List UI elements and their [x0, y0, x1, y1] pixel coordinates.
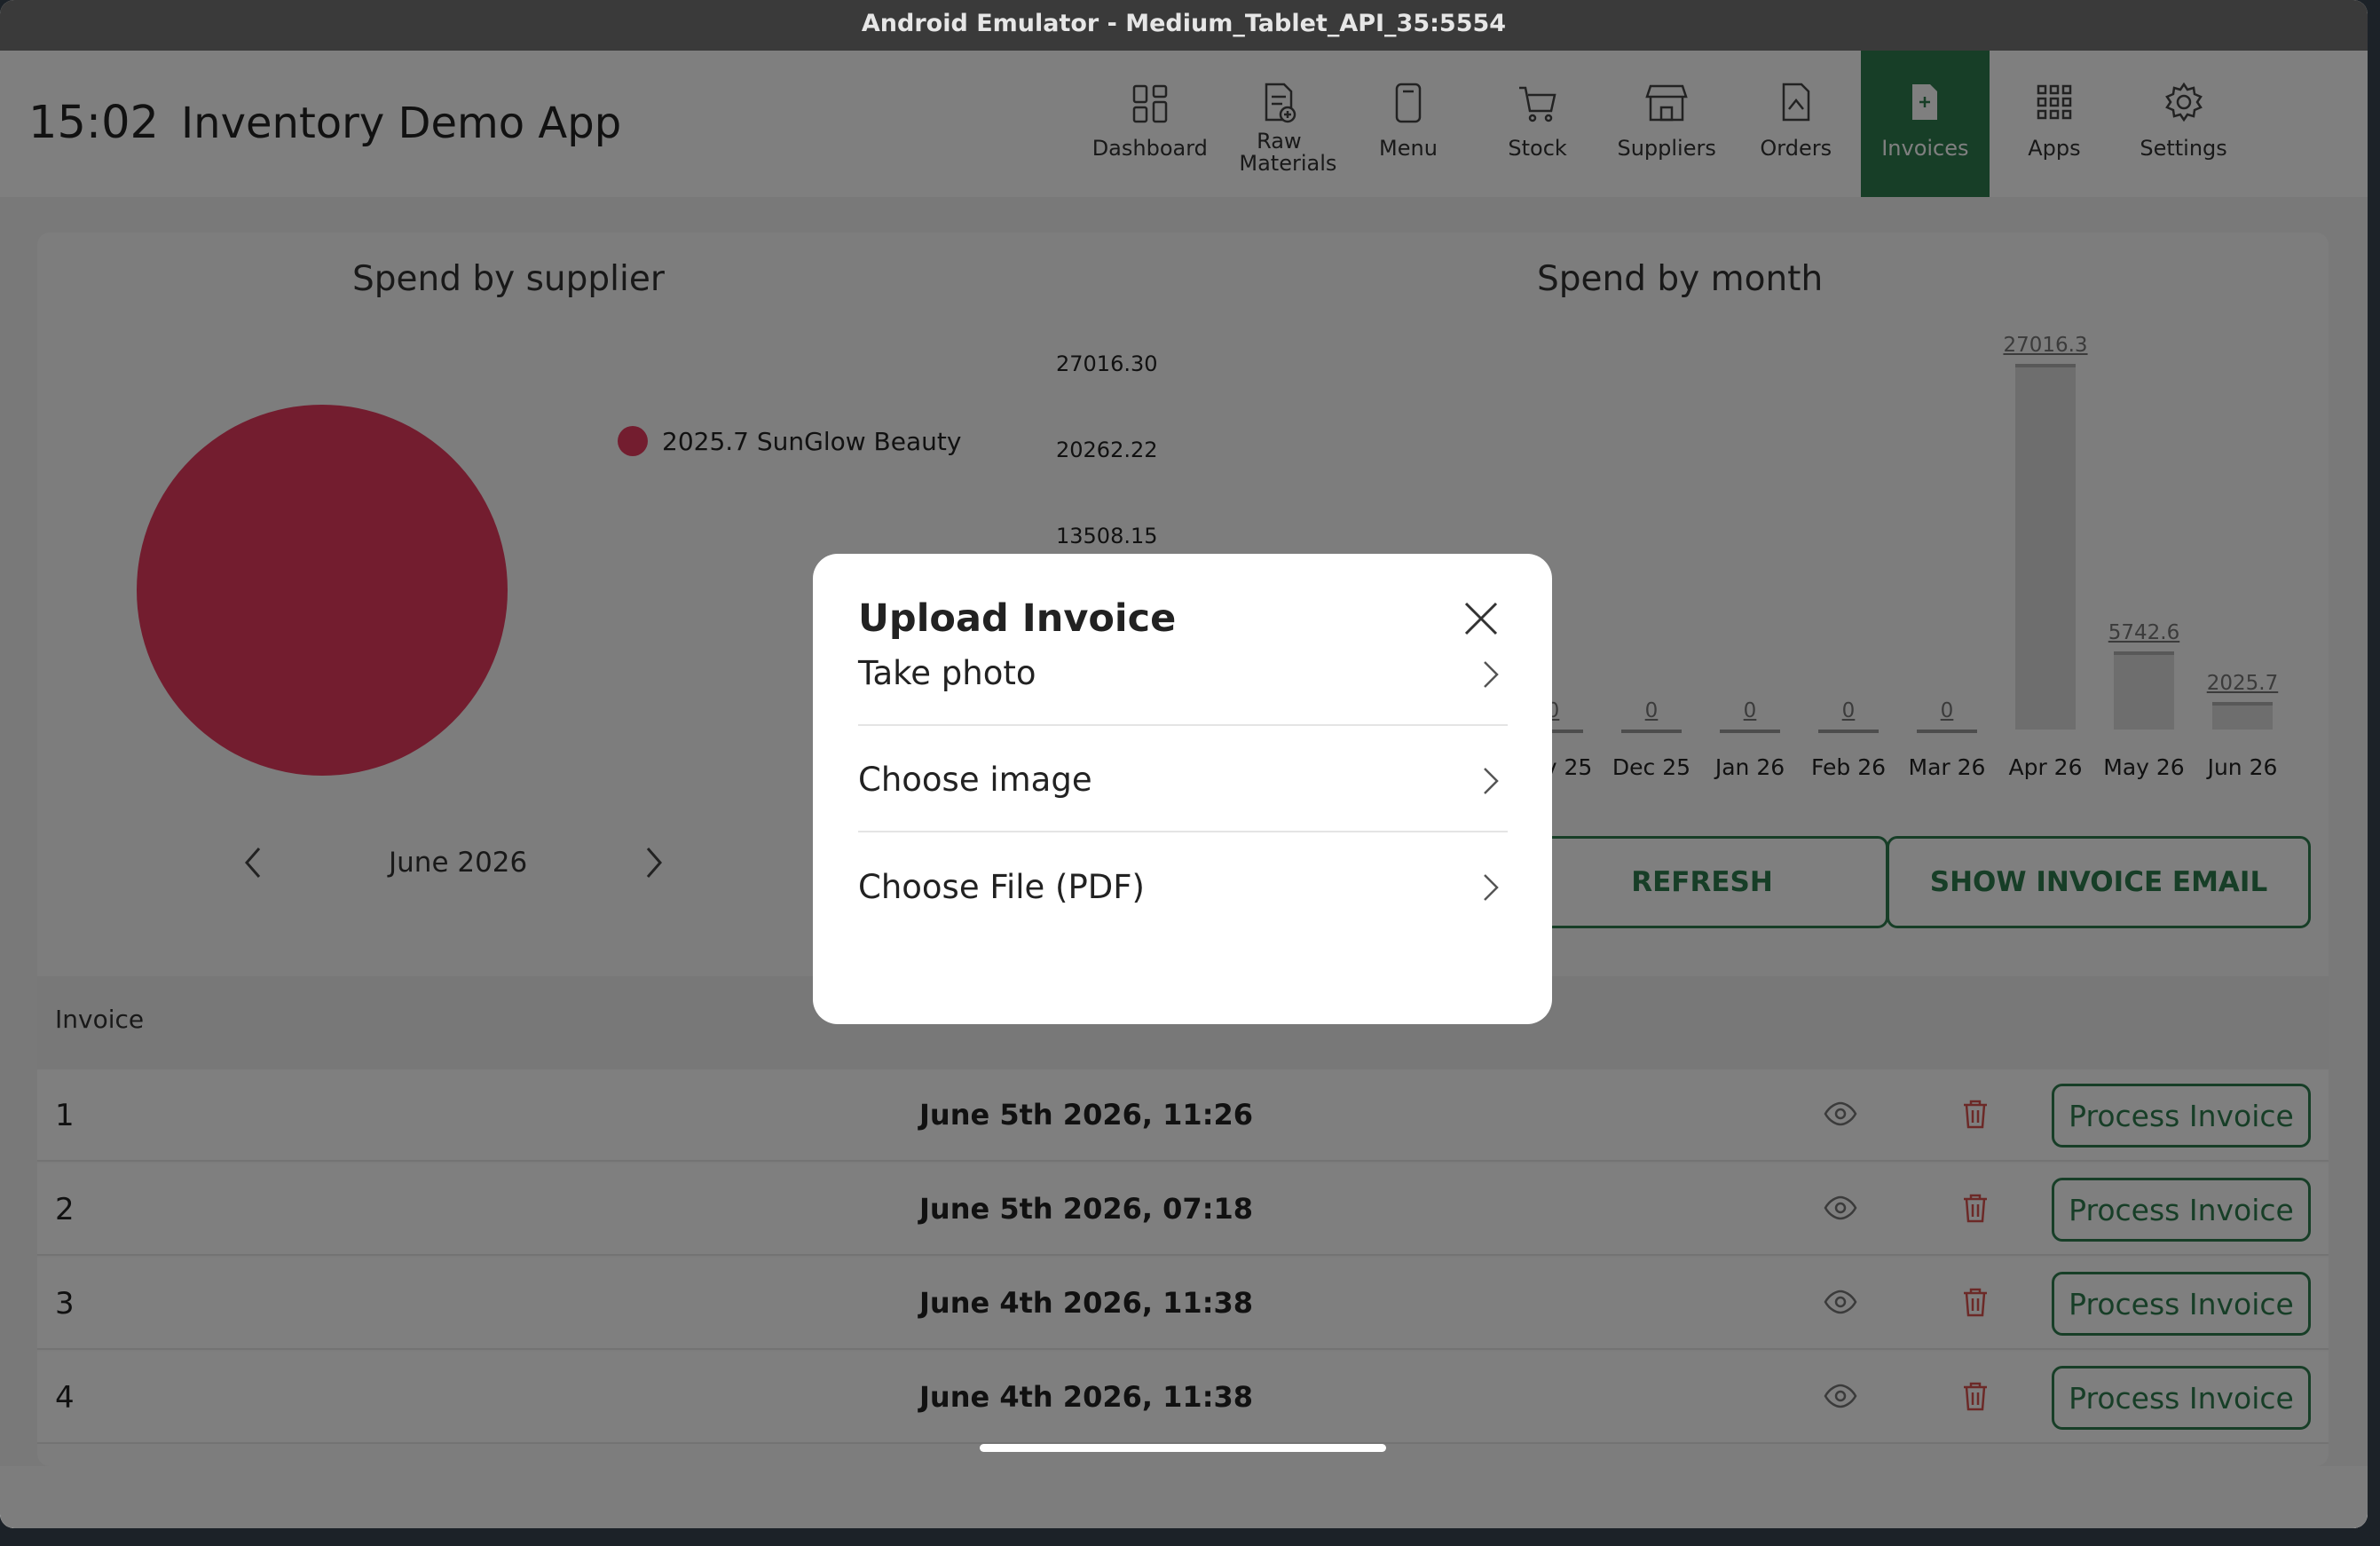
- option-label: Choose image: [858, 760, 1092, 799]
- window-title: Android Emulator - Medium_Tablet_API_35:…: [0, 0, 2368, 51]
- home-indicator[interactable]: [980, 1444, 1386, 1452]
- upload-invoice-dialog: Upload Invoice Take photo Choose image Cho…: [813, 554, 1552, 1024]
- choose-file-pdf-option[interactable]: Choose File (PDF): [858, 834, 1508, 939]
- chevron-right-icon: [1484, 768, 1499, 794]
- emulator-window: Android Emulator - Medium_Tablet_API_35:…: [0, 0, 2368, 1528]
- chevron-right-icon: [1484, 874, 1499, 901]
- take-photo-option[interactable]: Take photo: [858, 621, 1508, 726]
- chevron-right-icon: [1484, 661, 1499, 688]
- choose-image-option[interactable]: Choose image: [858, 728, 1508, 832]
- option-label: Choose File (PDF): [858, 867, 1145, 906]
- option-label: Take photo: [858, 653, 1036, 692]
